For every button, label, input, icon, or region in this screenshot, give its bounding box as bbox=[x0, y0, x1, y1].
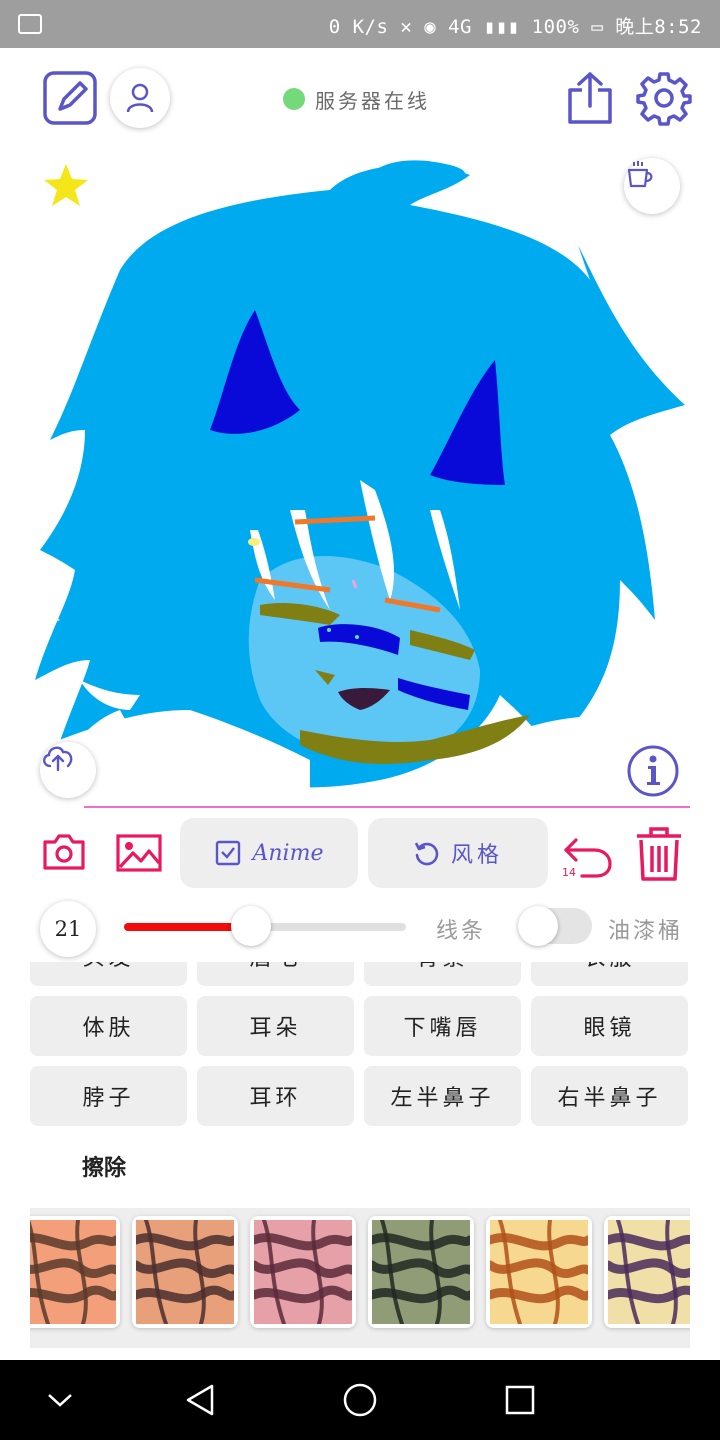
style-thumbnail[interactable] bbox=[250, 1216, 356, 1328]
style-button[interactable]: 风格 bbox=[368, 818, 548, 888]
server-status-label: 服务器在线 bbox=[315, 88, 430, 113]
sketch-drawing bbox=[30, 160, 690, 808]
part-button-ear[interactable]: 耳朵 bbox=[197, 996, 354, 1056]
status-bar: 0 K/s ✕ ◉ 4G ▮▮▮ 100% ▭ 晚上8:52 bbox=[0, 0, 720, 48]
style-thumbnail[interactable] bbox=[486, 1216, 592, 1328]
info-icon[interactable] bbox=[626, 744, 680, 798]
drawing-canvas[interactable] bbox=[30, 150, 690, 808]
user-icon[interactable] bbox=[110, 68, 170, 128]
activity-monitor-icon bbox=[18, 14, 42, 34]
part-button[interactable]: 衣服 bbox=[531, 962, 688, 986]
style-label: 风格 bbox=[450, 843, 503, 868]
cloud-upload-icon[interactable] bbox=[40, 742, 96, 798]
camera-icon[interactable] bbox=[40, 830, 88, 874]
brush-size-value: 21 bbox=[54, 917, 82, 941]
server-status: 服务器在线 bbox=[283, 86, 430, 113]
line-mode-label: 线条 bbox=[436, 919, 487, 944]
part-button-right-nose[interactable]: 右半鼻子 bbox=[531, 1066, 688, 1126]
style-thumbnail[interactable] bbox=[368, 1216, 474, 1328]
checkbox-icon bbox=[215, 840, 240, 866]
server-online-indicator bbox=[283, 88, 305, 110]
app-header: 服务器在线 bbox=[0, 48, 720, 148]
erase-button[interactable]: 擦除 bbox=[82, 1150, 126, 1182]
part-button[interactable]: 头发 bbox=[30, 962, 187, 986]
part-button-lower-lip[interactable]: 下嘴唇 bbox=[364, 996, 521, 1056]
part-button-earring[interactable]: 耳环 bbox=[197, 1066, 354, 1126]
style-thumbnail-strip[interactable] bbox=[30, 1208, 690, 1348]
anime-label: Anime bbox=[252, 840, 324, 866]
part-button-glasses[interactable]: 眼镜 bbox=[531, 996, 688, 1056]
style-thumbnail[interactable] bbox=[132, 1216, 238, 1328]
style-thumbnail[interactable] bbox=[604, 1216, 690, 1328]
image-gallery-icon[interactable] bbox=[114, 832, 164, 874]
brush-controls: 21 线条 油漆桶 bbox=[0, 898, 720, 960]
part-button-neck[interactable]: 脖子 bbox=[30, 1066, 187, 1126]
undo-icon[interactable]: 14 bbox=[560, 826, 616, 882]
undo-count: 14 bbox=[562, 866, 576, 879]
system-nav-bar bbox=[0, 1360, 720, 1440]
bucket-toggle[interactable] bbox=[518, 906, 592, 946]
share-icon[interactable] bbox=[566, 70, 614, 126]
part-button[interactable]: 背景 bbox=[364, 962, 521, 986]
collapse-chevron-icon[interactable] bbox=[38, 1378, 82, 1422]
part-button[interactable]: 眉毛 bbox=[197, 962, 354, 986]
anime-toggle-button[interactable]: Anime bbox=[180, 818, 358, 888]
favorite-star-icon[interactable] bbox=[40, 160, 92, 212]
status-bar-text: 0 K/s ✕ ◉ 4G ▮▮▮ 100% ▭ 晚上8:52 bbox=[328, 16, 702, 38]
part-button-left-nose[interactable]: 左半鼻子 bbox=[364, 1066, 521, 1126]
recents-square-icon[interactable] bbox=[498, 1378, 542, 1422]
settings-gear-icon[interactable] bbox=[636, 70, 692, 126]
refresh-icon bbox=[414, 842, 439, 866]
part-button-skin[interactable]: 体肤 bbox=[30, 996, 187, 1056]
coffee-cup-icon[interactable] bbox=[624, 158, 680, 214]
slider-thumb[interactable] bbox=[230, 906, 271, 946]
toggle-knob bbox=[518, 906, 558, 946]
back-triangle-icon[interactable] bbox=[178, 1378, 222, 1422]
canvas-border bbox=[84, 806, 690, 808]
style-thumbnail[interactable] bbox=[30, 1216, 120, 1328]
home-circle-icon[interactable] bbox=[338, 1378, 382, 1422]
edit-drawing-icon[interactable] bbox=[42, 70, 98, 126]
trash-icon[interactable] bbox=[634, 826, 684, 882]
brush-size-badge: 21 bbox=[40, 901, 96, 957]
toolbar: Anime 风格 14 bbox=[0, 818, 720, 890]
bucket-mode-label: 油漆桶 bbox=[608, 919, 684, 944]
